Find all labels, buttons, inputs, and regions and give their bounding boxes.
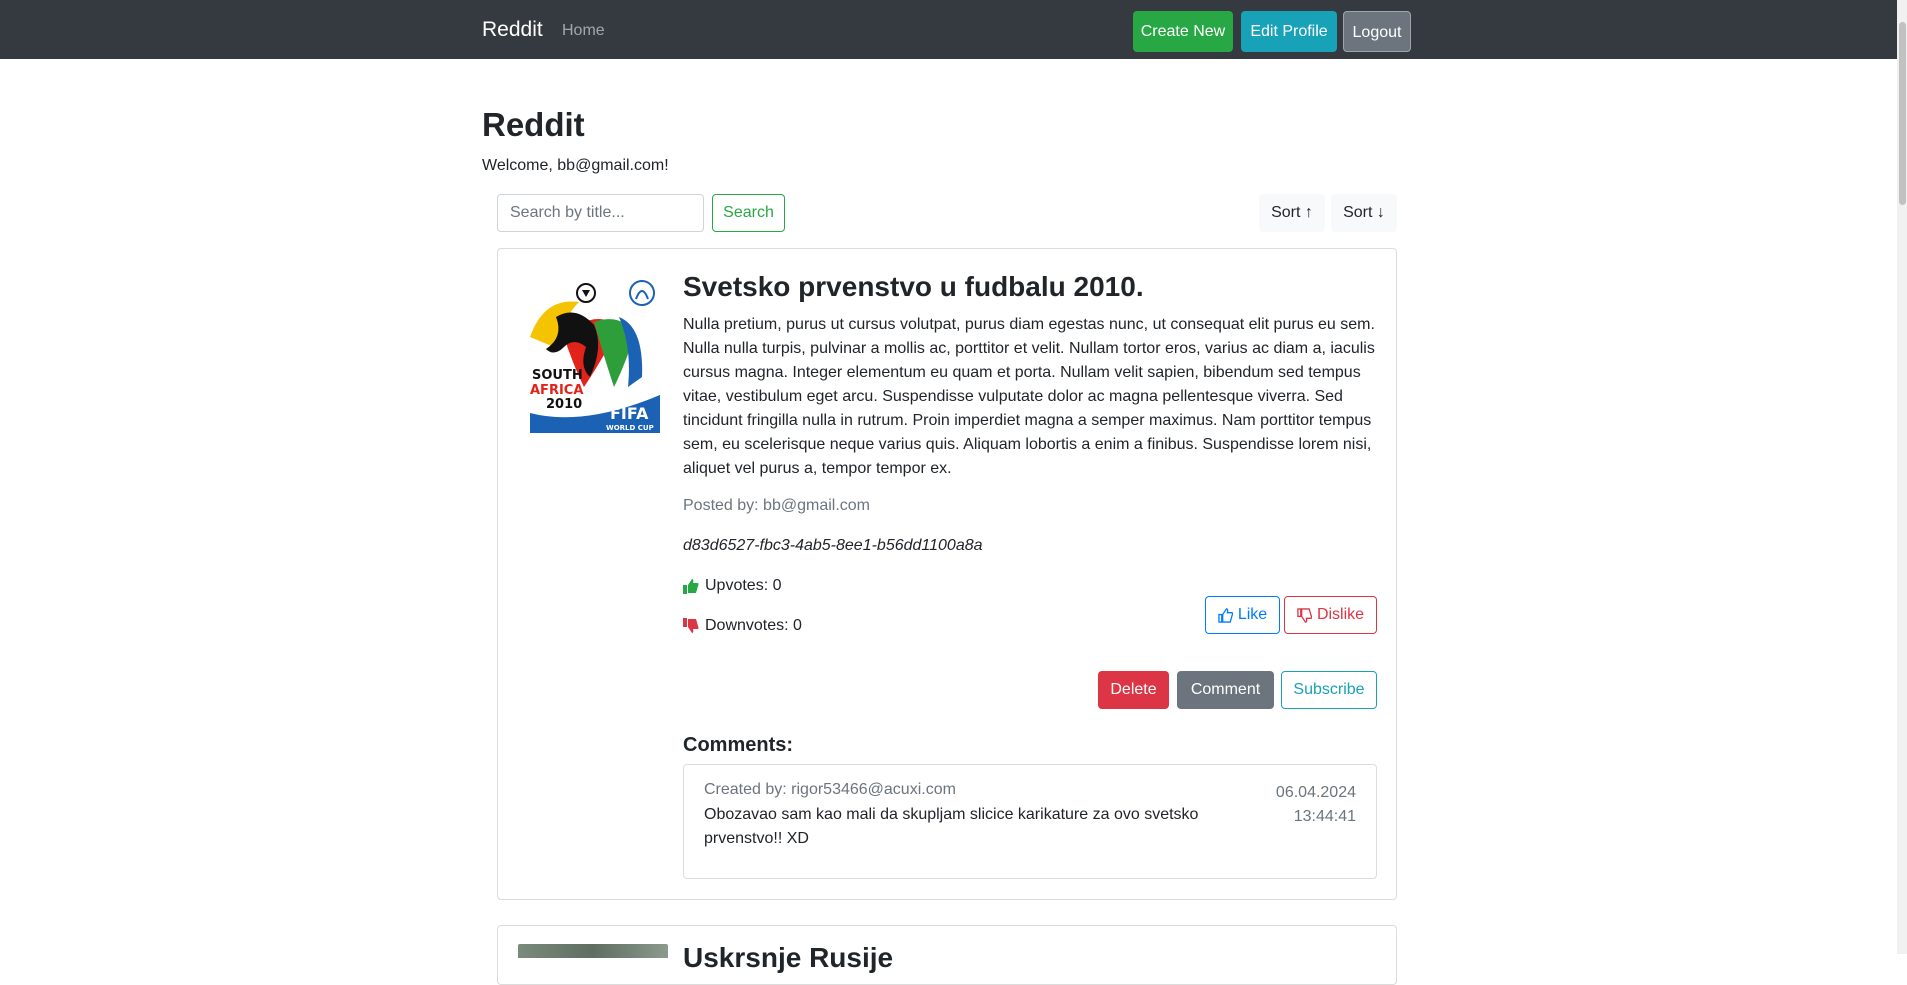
thumbs-down-icon	[683, 618, 699, 633]
post-title: Uskrsnje Rusije	[683, 942, 894, 973]
like-label: Like	[1237, 606, 1268, 623]
post-image: SOUTH AFRICA 2010 FIFA WORLD CUP	[524, 277, 660, 433]
like-button[interactable]: Like	[1205, 596, 1280, 634]
logo-text-africa: AFRICA	[530, 383, 583, 398]
upvote-label: Upvotes: 0	[705, 577, 782, 594]
logout-button[interactable]: Logout	[1343, 11, 1411, 52]
search-button[interactable]: Search	[712, 194, 785, 232]
comment-button[interactable]: Comment	[1177, 671, 1274, 709]
upvote-count: Upvotes: 0	[683, 577, 781, 595]
sort-descending-button[interactable]: Sort ↓	[1331, 194, 1397, 232]
logo-text-year: 2010	[546, 397, 582, 412]
navbar-brand[interactable]: Reddit	[482, 18, 543, 42]
search-input[interactable]	[497, 194, 704, 232]
post-image	[518, 944, 668, 958]
thumbs-up-outline-icon	[1218, 607, 1233, 623]
downvote-label: Downvotes: 0	[705, 617, 802, 634]
top-navbar: Reddit Home Create New Edit Profile Logo…	[0, 0, 1897, 59]
dislike-button[interactable]: Dislike	[1284, 596, 1377, 634]
comment-time: 13:44:41	[1293, 808, 1356, 825]
nav-link-home[interactable]: Home	[562, 22, 605, 40]
thumbs-down-outline-icon	[1297, 607, 1312, 623]
post-title: Svetsko prvenstvo u fudbalu 2010.	[683, 271, 1144, 302]
delete-button[interactable]: Delete	[1098, 671, 1169, 709]
dislike-label: Dislike	[1316, 606, 1365, 623]
page-scrollbar[interactable]	[1897, 0, 1907, 954]
comments-heading: Comments:	[683, 734, 794, 756]
logo-text-south: SOUTH	[532, 368, 583, 383]
create-new-button[interactable]: Create New	[1133, 11, 1233, 52]
welcome-message: Welcome, bb@gmail.com!	[482, 157, 669, 174]
comment-date: 06.04.2024	[1275, 784, 1356, 801]
page-title: Reddit	[482, 106, 585, 143]
post-id: d83d6527-fbc3-4ab5-8ee1-b56dd1100a8a	[683, 537, 983, 554]
sort-ascending-button[interactable]: Sort ↑	[1259, 194, 1325, 232]
comment-timestamp: 06.04.2024 13:44:41	[1246, 781, 1356, 829]
comment-text: Obozavao sam kao mali da skupljam slicic…	[704, 806, 1199, 847]
post-author: Posted by: bb@gmail.com	[683, 497, 870, 514]
logo-text-fifa: FIFA	[610, 404, 649, 423]
downvote-count: Downvotes: 0	[683, 617, 802, 635]
logo-text-world-cup: WORLD CUP	[606, 424, 654, 432]
scrollbar-thumb[interactable]	[1899, 22, 1906, 205]
comment-author: Created by: rigor53466@acuxi.com	[704, 781, 956, 798]
post-body: Nulla pretium, purus ut cursus volutpat,…	[683, 316, 1375, 477]
edit-profile-button[interactable]: Edit Profile	[1241, 11, 1337, 52]
thumbs-up-icon	[683, 579, 699, 594]
subscribe-button[interactable]: Subscribe	[1281, 671, 1377, 709]
